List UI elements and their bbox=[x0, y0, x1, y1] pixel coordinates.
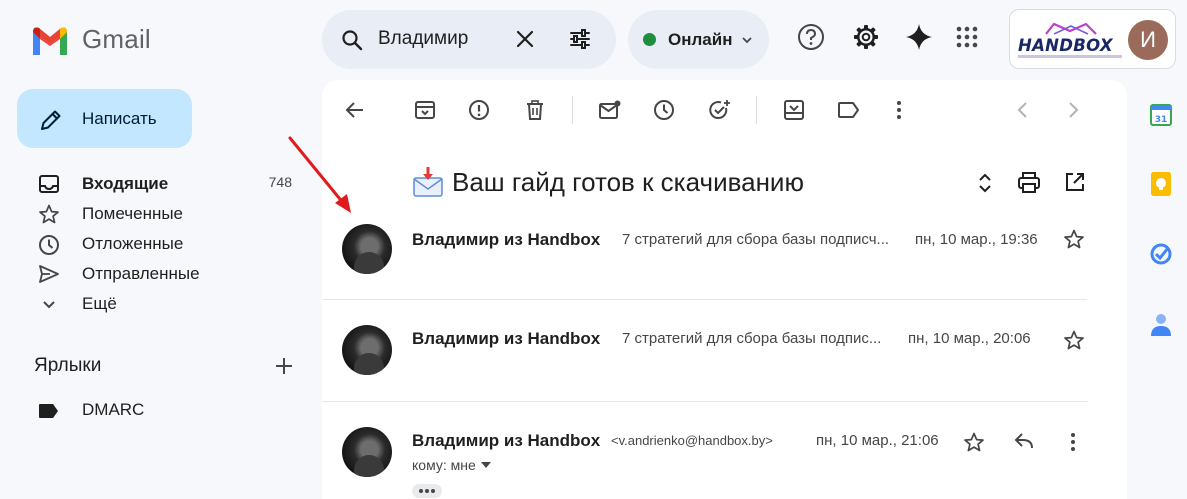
inbox-icon bbox=[39, 175, 59, 193]
brand-logo: HANDBOX bbox=[1018, 22, 1122, 62]
caret-down-icon bbox=[480, 462, 491, 468]
thread-message-collapsed[interactable]: Владимир из Handbox 7 стратегий для сбор… bbox=[322, 325, 1087, 401]
search-bar[interactable]: Владимир bbox=[322, 10, 616, 69]
star-icon[interactable] bbox=[1063, 330, 1085, 350]
message-date: пн, 10 мар., 19:36 bbox=[915, 231, 1038, 248]
message-snippet: 7 стратегий для сбора базы подписч... bbox=[622, 231, 890, 248]
message-snippet: 7 стратегий для сбора базы подпис... bbox=[622, 330, 882, 347]
search-input[interactable]: Владимир bbox=[378, 28, 468, 50]
help-icon[interactable] bbox=[796, 22, 826, 52]
online-status-dot bbox=[643, 33, 656, 46]
sender-avatar bbox=[342, 427, 392, 477]
keep-notes-icon[interactable] bbox=[1150, 171, 1172, 197]
subject-text: Ваш гайд готов к скачиванию bbox=[452, 166, 804, 197]
star-icon[interactable] bbox=[1063, 229, 1085, 249]
report-spam-icon[interactable] bbox=[468, 99, 490, 121]
sender-name: Владимир из Handbox bbox=[412, 230, 601, 249]
message-view: Ваш гайд готов к скачиванию Владимир из … bbox=[322, 80, 1127, 499]
status-selector[interactable]: Онлайн bbox=[628, 10, 769, 69]
newer-chevron-left-icon[interactable] bbox=[1014, 99, 1032, 121]
snooze-clock-icon[interactable] bbox=[653, 99, 675, 121]
delete-trash-icon[interactable] bbox=[524, 99, 546, 121]
back-arrow-icon[interactable] bbox=[344, 99, 366, 121]
apps-grid-icon[interactable] bbox=[955, 25, 979, 49]
settings-gear-icon[interactable] bbox=[851, 22, 881, 52]
sender-name: Владимир из Handbox bbox=[412, 431, 601, 450]
nav-inbox-label: Входящие bbox=[82, 174, 169, 193]
nav-more-label: Ещё bbox=[82, 294, 117, 313]
toolbar-divider bbox=[756, 96, 757, 124]
star-icon[interactable] bbox=[963, 432, 985, 452]
nav-label-dmarc[interactable]: DMARC bbox=[0, 395, 310, 425]
more-vertical-icon[interactable] bbox=[1063, 431, 1083, 453]
brand-name: HANDBOX bbox=[1018, 36, 1113, 55]
sender-avatar bbox=[342, 224, 392, 274]
clock-icon bbox=[39, 235, 59, 255]
expand-collapse-icon[interactable] bbox=[974, 171, 996, 195]
search-icon[interactable] bbox=[340, 28, 364, 52]
gmail-m-icon bbox=[33, 27, 67, 55]
compose-label: Написать bbox=[82, 109, 157, 128]
user-avatar[interactable]: И bbox=[1128, 20, 1168, 60]
nav-snoozed-label: Отложенные bbox=[82, 234, 184, 253]
svg-text:31: 31 bbox=[1155, 115, 1168, 125]
status-label: Онлайн bbox=[668, 29, 733, 49]
compose-button[interactable]: Написать bbox=[17, 89, 192, 148]
message-divider bbox=[322, 401, 1087, 402]
show-trimmed-content-button[interactable] bbox=[412, 484, 442, 498]
thread-message-expanded[interactable]: Владимир из Handbox <v.andrienko@handbox… bbox=[322, 427, 1087, 499]
gemini-sparkle-icon[interactable] bbox=[904, 22, 934, 52]
star-icon bbox=[39, 204, 59, 224]
label-icon[interactable] bbox=[837, 99, 861, 121]
pencil-icon bbox=[41, 110, 61, 130]
add-label-icon[interactable] bbox=[274, 356, 294, 376]
add-task-icon[interactable] bbox=[708, 99, 732, 121]
reply-icon[interactable] bbox=[1013, 431, 1035, 451]
nav-starred-label: Помеченные bbox=[82, 204, 184, 223]
nav-starred[interactable]: Помеченные bbox=[0, 199, 310, 229]
message-divider bbox=[322, 299, 1087, 300]
nav-more[interactable]: Ещё bbox=[0, 289, 310, 319]
older-chevron-right-icon[interactable] bbox=[1064, 99, 1082, 121]
app-name: Gmail bbox=[82, 24, 151, 54]
label-dmarc-text: DMARC bbox=[82, 400, 145, 419]
toolbar-divider bbox=[572, 96, 573, 124]
print-icon[interactable] bbox=[1017, 171, 1041, 195]
label-tag-icon bbox=[39, 404, 58, 418]
recipient-text: кому: мне bbox=[412, 457, 476, 473]
sender-avatar bbox=[342, 325, 392, 375]
sender-email: <v.andrienko@handbox.by> bbox=[611, 433, 773, 448]
open-new-window-icon[interactable] bbox=[1064, 171, 1086, 193]
message-date: пн, 10 мар., 21:06 bbox=[816, 432, 939, 449]
move-to-icon[interactable] bbox=[783, 99, 805, 121]
thread-message-collapsed[interactable]: Владимир из Handbox 7 стратегий для сбор… bbox=[322, 224, 1087, 300]
sender-name: Владимир из Handbox bbox=[412, 329, 601, 348]
recipient-line[interactable]: кому: мне bbox=[412, 457, 491, 473]
nav-sent-label: Отправленные bbox=[82, 264, 200, 283]
mark-unread-icon[interactable] bbox=[598, 99, 622, 121]
chevron-down-icon bbox=[742, 36, 753, 43]
tasks-icon[interactable] bbox=[1150, 243, 1172, 265]
brand-tagline bbox=[1018, 55, 1122, 58]
contacts-icon[interactable] bbox=[1150, 312, 1172, 338]
calendar-icon[interactable]: 31 bbox=[1150, 103, 1172, 127]
more-vertical-icon[interactable] bbox=[889, 99, 909, 121]
email-subject: Ваш гайд готов к скачиванию bbox=[412, 166, 804, 198]
chevron-down-icon bbox=[43, 301, 55, 309]
brand-mark-icon bbox=[1045, 22, 1097, 35]
account-switcher[interactable]: HANDBOX И bbox=[1009, 9, 1176, 69]
ellipsis-icon bbox=[419, 489, 435, 493]
incoming-envelope-icon bbox=[413, 167, 443, 197]
search-options-icon[interactable] bbox=[568, 27, 592, 51]
nav-snoozed[interactable]: Отложенные bbox=[0, 229, 310, 259]
archive-icon[interactable] bbox=[414, 99, 436, 121]
nav-inbox[interactable]: Входящие 748 bbox=[0, 169, 310, 199]
annotation-arrow bbox=[288, 136, 351, 213]
clear-search-icon[interactable] bbox=[514, 28, 536, 50]
gmail-logo[interactable]: Gmail bbox=[30, 24, 151, 55]
labels-heading: Ярлыки bbox=[34, 355, 102, 376]
nav-sent[interactable]: Отправленные bbox=[0, 259, 310, 289]
send-icon bbox=[39, 265, 59, 283]
message-date: пн, 10 мар., 20:06 bbox=[908, 330, 1031, 347]
